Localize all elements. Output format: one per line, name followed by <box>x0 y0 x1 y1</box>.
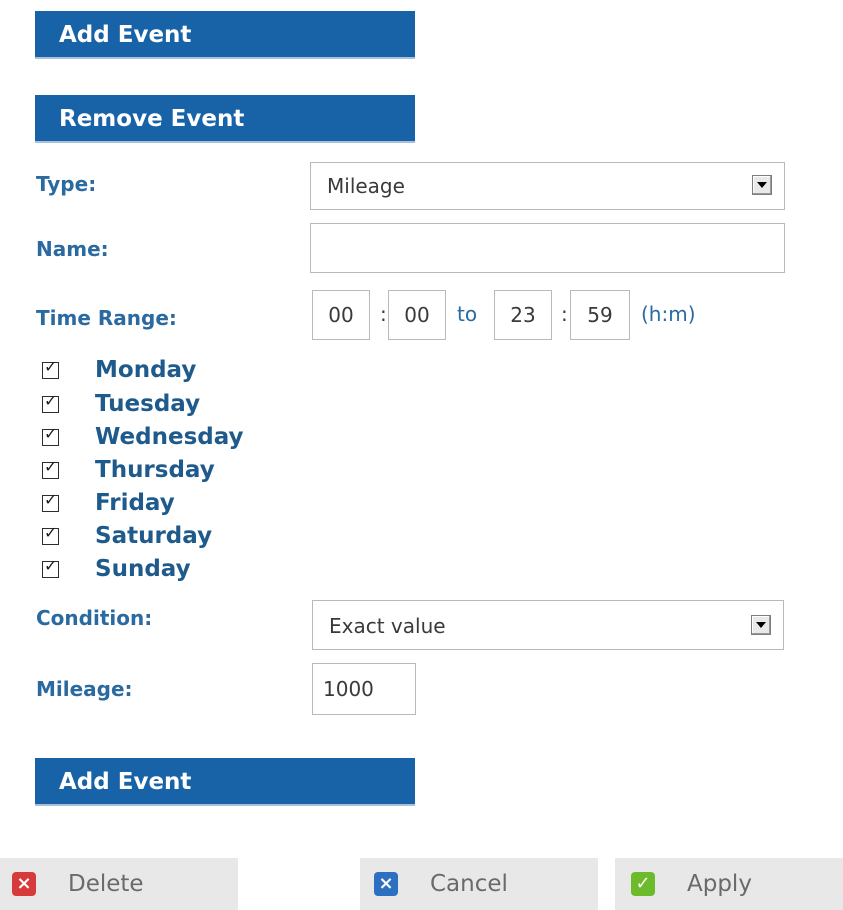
add-event-button-top[interactable]: Add Event <box>35 11 415 59</box>
condition-select[interactable]: Exact value <box>312 600 784 650</box>
type-select-value: Mileage <box>327 174 405 198</box>
mileage-label: Mileage: <box>36 677 133 701</box>
checkmark-icon: ✓ <box>631 872 655 896</box>
day-label: Tuesday <box>95 391 201 417</box>
chevron-down-icon[interactable] <box>752 175 772 195</box>
name-input[interactable] <box>310 223 785 273</box>
day-label: Friday <box>95 490 175 516</box>
delete-label: Delete <box>68 871 144 897</box>
day-row-sunday[interactable]: Sunday <box>42 553 191 585</box>
start-hour-input[interactable]: 00 <box>312 290 370 340</box>
condition-label: Condition: <box>36 606 153 630</box>
name-label: Name: <box>36 237 109 261</box>
to-text: to <box>457 302 478 326</box>
time-range-label: Time Range: <box>36 306 177 330</box>
saturday-checkbox[interactable] <box>42 523 59 545</box>
friday-checkbox[interactable] <box>42 490 59 512</box>
time-separator: : <box>380 302 387 326</box>
add-event-button-bottom[interactable]: Add Event <box>35 758 415 806</box>
day-label: Saturday <box>95 523 213 549</box>
cancel-x-icon: × <box>374 872 398 896</box>
time-separator: : <box>561 302 568 326</box>
end-minute-input[interactable]: 59 <box>570 290 630 340</box>
wednesday-checkbox[interactable] <box>42 424 59 446</box>
day-row-thursday[interactable]: Thursday <box>42 454 215 486</box>
cancel-button[interactable]: × Cancel <box>360 858 598 910</box>
day-row-wednesday[interactable]: Wednesday <box>42 421 244 453</box>
condition-select-value: Exact value <box>329 614 446 638</box>
thursday-checkbox[interactable] <box>42 457 59 479</box>
monday-checkbox[interactable] <box>42 357 59 379</box>
cancel-label: Cancel <box>430 871 508 897</box>
apply-label: Apply <box>687 871 752 897</box>
day-row-monday[interactable]: Monday <box>42 354 196 386</box>
chevron-down-icon[interactable] <box>751 615 771 635</box>
type-select[interactable]: Mileage <box>310 162 785 210</box>
delete-button[interactable]: × Delete <box>0 858 238 910</box>
day-row-saturday[interactable]: Saturday <box>42 520 212 552</box>
day-label: Thursday <box>95 457 215 483</box>
tuesday-checkbox[interactable] <box>42 391 59 413</box>
remove-event-button[interactable]: Remove Event <box>35 95 415 143</box>
day-label: Sunday <box>95 556 191 582</box>
end-hour-input[interactable]: 23 <box>494 290 552 340</box>
type-label: Type: <box>36 172 97 196</box>
day-row-friday[interactable]: Friday <box>42 487 175 519</box>
day-label: Monday <box>95 357 197 383</box>
time-unit-hint: (h:m) <box>641 302 696 326</box>
mileage-input[interactable]: 1000 <box>312 663 416 715</box>
day-row-tuesday[interactable]: Tuesday <box>42 388 200 420</box>
delete-x-icon: × <box>12 872 36 896</box>
day-label: Wednesday <box>95 424 244 450</box>
start-minute-input[interactable]: 00 <box>388 290 446 340</box>
sunday-checkbox[interactable] <box>42 556 59 578</box>
apply-button[interactable]: ✓ Apply <box>615 858 843 910</box>
